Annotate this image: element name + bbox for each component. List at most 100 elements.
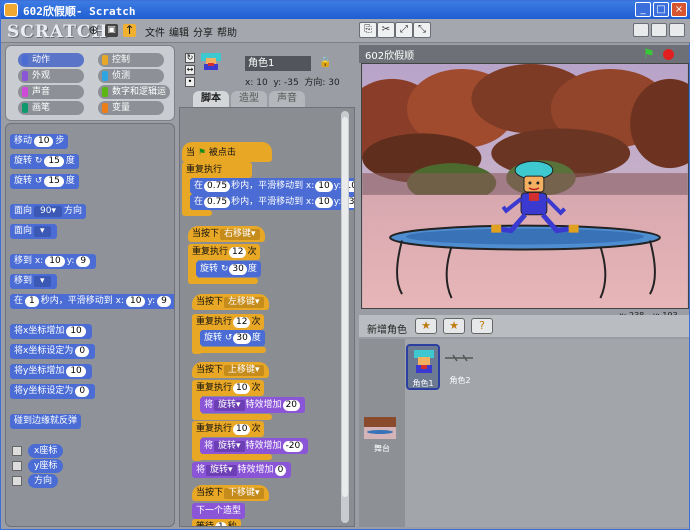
category-motion[interactable]: 动作 bbox=[18, 53, 84, 67]
sprite-thumbnail bbox=[201, 53, 221, 70]
repeat-block-c[interactable]: 重复执行 10 次 bbox=[192, 380, 265, 396]
set-x-block[interactable]: 将x坐标设定为 0 bbox=[10, 344, 96, 359]
menu-file[interactable]: 文件 bbox=[145, 24, 165, 39]
direction-checkbox[interactable] bbox=[12, 476, 22, 486]
category-operators[interactable]: 数字和逻辑运算 bbox=[98, 85, 170, 111]
category-variables[interactable]: 变量 bbox=[98, 101, 164, 115]
x-position-checkbox[interactable] bbox=[12, 446, 22, 456]
no-rotate-icon[interactable]: • bbox=[185, 77, 195, 87]
bounce-block[interactable]: 碰到边缘就反弹 bbox=[10, 414, 82, 429]
y-position-reporter[interactable]: y座标 bbox=[28, 459, 64, 473]
point-towards-block[interactable]: 面向 ▾ bbox=[10, 224, 57, 239]
stage-header: 602欣假顺 ⚑ bbox=[359, 45, 689, 63]
stage-thumbnail[interactable] bbox=[364, 417, 396, 439]
when-down-key-block[interactable]: 当按下 下移键▾ bbox=[192, 485, 269, 501]
close-button[interactable]: × bbox=[671, 2, 687, 17]
sprite-x-value: x: 10 bbox=[245, 78, 268, 88]
change-x-block[interactable]: 将x坐标增加 10 bbox=[10, 324, 92, 339]
repeat-block-d[interactable]: 重复执行 10 次 bbox=[192, 421, 265, 437]
glide-block-1[interactable]: 在0.75秒内，平滑移动到 x:10y:100 bbox=[190, 178, 354, 194]
sprite-info: ↻ ↔ • 角色1 🔒 x: 10 y: -35 方向: 30 脚本 造型 声音 bbox=[179, 45, 357, 107]
save-icon[interactable]: ▣ bbox=[105, 24, 118, 37]
next-costume-block[interactable]: 下一个造型 bbox=[192, 503, 246, 519]
scripts-scroll-thumb[interactable] bbox=[342, 117, 348, 497]
category-sensing[interactable]: 侦测 bbox=[98, 69, 164, 83]
tab-sounds[interactable]: 声音 bbox=[269, 91, 305, 107]
sprite1-label: 角色1 bbox=[412, 379, 434, 388]
scratch-app-icon bbox=[4, 3, 18, 17]
normal-stage-view-icon[interactable] bbox=[651, 23, 667, 37]
repeat-c-end bbox=[192, 414, 272, 420]
turn-right-block-a[interactable]: 旋转 ↻ 30 度 bbox=[196, 261, 261, 277]
category-panel: 动作 控制 外观 侦测 声音 数字和逻辑运算 画笔 变量 bbox=[5, 45, 175, 121]
set-y-block[interactable]: 将y坐标设定为 0 bbox=[10, 384, 96, 399]
when-up-key-block[interactable]: 当按下 上移键▾ bbox=[192, 362, 269, 378]
change-effect-block-c[interactable]: 将旋转▾ 特效增加 20 bbox=[200, 397, 306, 413]
choose-sprite-file-icon[interactable]: ★ bbox=[443, 318, 465, 334]
turn-left-block[interactable]: 旋转 ↺ 15 度 bbox=[10, 174, 79, 189]
y-position-checkbox[interactable] bbox=[12, 461, 22, 471]
scripts-area[interactable]: 当 ⚑ 被点击 重复执行 在0.75秒内，平滑移动到 x:10y:100 在0.… bbox=[179, 107, 355, 527]
stop-icon[interactable] bbox=[663, 49, 674, 60]
small-stage-view-icon[interactable] bbox=[633, 23, 649, 37]
sprite-y-value: y: -35 bbox=[273, 78, 299, 88]
green-flag-icon: ⚑ bbox=[197, 148, 206, 158]
tab-costumes[interactable]: 造型 bbox=[231, 91, 267, 107]
category-pen[interactable]: 画笔 bbox=[18, 101, 84, 115]
grow-tool-icon[interactable]: ⤢ bbox=[395, 22, 413, 38]
sprite-tile-selected[interactable]: 角色1 bbox=[406, 344, 440, 390]
green-flag-icon[interactable]: ⚑ bbox=[643, 47, 655, 62]
goto-block[interactable]: 移到 ▾ bbox=[10, 274, 57, 289]
glide-block-2[interactable]: 在0.75秒内，平滑移动到 x:10y:-35 bbox=[190, 194, 354, 210]
change-effect-block-d[interactable]: 将旋转▾ 特效增加 -20 bbox=[200, 438, 309, 454]
rotate-all-around-icon[interactable]: ↻ bbox=[185, 53, 195, 63]
wait-block[interactable]: 等待 1 秒 bbox=[192, 519, 241, 526]
change-effect-block-e[interactable]: 将旋转▾ 特效增加 0 bbox=[192, 462, 292, 478]
menu-edit[interactable]: 编辑 bbox=[169, 24, 189, 39]
sprite-name-field[interactable]: 角色1 bbox=[245, 56, 311, 71]
glide-block[interactable]: 在 1 秒内，平滑移动到 x: 10 y: 9 bbox=[10, 294, 174, 309]
maximize-button[interactable]: □ bbox=[653, 2, 669, 17]
x-position-reporter[interactable]: x座标 bbox=[28, 444, 64, 458]
window-title: 602欣假顺- Scratch bbox=[23, 5, 136, 18]
menu-share[interactable]: 分享 bbox=[193, 24, 213, 39]
lock-icon[interactable]: 🔒 bbox=[319, 57, 331, 68]
goto-xy-block[interactable]: 移到 x: 10 y: 9 bbox=[10, 254, 97, 269]
stage-canvas[interactable] bbox=[361, 63, 689, 309]
when-flag-clicked-block[interactable]: 当 ⚑ 被点击 bbox=[182, 142, 272, 162]
category-sound[interactable]: 声音 bbox=[18, 85, 84, 99]
delete-tool-icon[interactable]: ✂ bbox=[377, 22, 395, 38]
direction-reporter[interactable]: 方向 bbox=[28, 474, 59, 488]
forever-block[interactable]: 重复执行 bbox=[182, 162, 252, 178]
change-y-block[interactable]: 将y坐标增加 10 bbox=[10, 364, 92, 379]
block-palette: 移动 10 步 旋转 ↻ 15 度 旋转 ↺ 15 度 面向 90▾ 方向 面向 ▾ 移到 x: 1… bbox=[5, 123, 175, 527]
forever-end bbox=[182, 210, 212, 216]
share-icon[interactable]: ↑ bbox=[123, 24, 136, 37]
minimize-button[interactable]: _ bbox=[635, 2, 651, 17]
duplicate-tool-icon[interactable]: ⎘ bbox=[359, 22, 377, 38]
left-right-flip-icon[interactable]: ↔ bbox=[185, 65, 195, 75]
tab-scripts[interactable]: 脚本 bbox=[193, 91, 229, 107]
sprite-coords: x: 10 y: -35 方向: 30 bbox=[245, 75, 340, 88]
menu-help[interactable]: 帮助 bbox=[217, 24, 237, 39]
sprite2-label: 角色2 bbox=[449, 376, 471, 385]
stage-thumbnail-area: 舞台 bbox=[359, 339, 405, 527]
repeat-block-b[interactable]: 重复执行 12 次 bbox=[192, 314, 265, 330]
category-control[interactable]: 控制 bbox=[98, 53, 164, 67]
point-direction-block[interactable]: 面向 90▾ 方向 bbox=[10, 204, 87, 219]
repeat-block-a[interactable]: 重复执行 12 次 bbox=[188, 244, 261, 260]
turn-right-block[interactable]: 旋转 ↻ 15 度 bbox=[10, 154, 79, 169]
when-right-key-block[interactable]: 当按下 右移键▾ bbox=[188, 226, 265, 242]
presentation-mode-icon[interactable] bbox=[669, 23, 685, 37]
turn-left-block-b[interactable]: 旋转 ↺ 30 度 bbox=[200, 330, 265, 346]
new-sprite-bar: 新增角色 ★ ★ ? bbox=[359, 315, 689, 337]
globe-icon[interactable]: ⊕ bbox=[87, 24, 100, 37]
random-sprite-icon[interactable]: ? bbox=[471, 318, 493, 334]
category-looks[interactable]: 外观 bbox=[18, 69, 84, 83]
paint-new-sprite-icon[interactable]: ★ bbox=[415, 318, 437, 334]
when-left-key-block[interactable]: 当按下 左移键▾ bbox=[192, 294, 269, 310]
repeat-a-end bbox=[188, 278, 258, 284]
shrink-tool-icon[interactable]: ⤡ bbox=[413, 22, 431, 38]
sprite2-thumbnail[interactable] bbox=[443, 353, 475, 363]
move-steps-block[interactable]: 移动 10 步 bbox=[10, 134, 69, 149]
